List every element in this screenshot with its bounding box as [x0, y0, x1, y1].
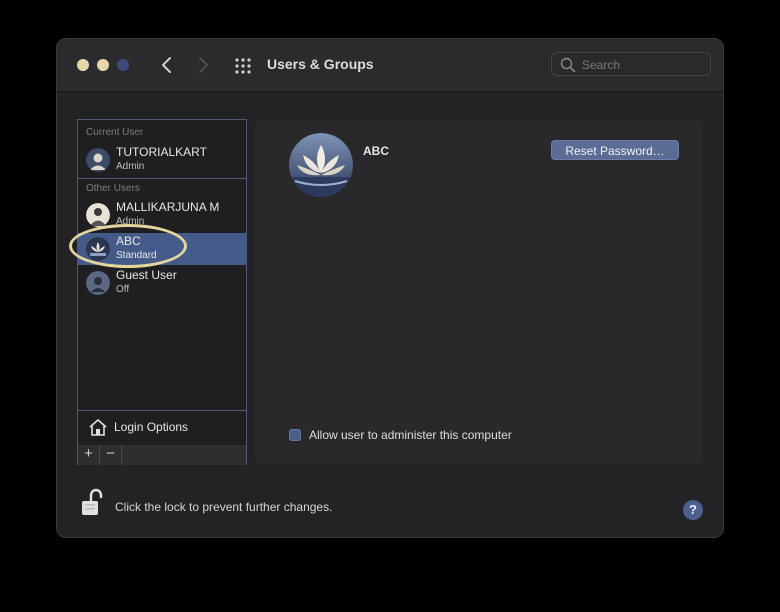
users-groups-window: Users & Groups Current User TUTORIALKART…	[56, 38, 724, 538]
other-users-label: Other Users	[86, 183, 140, 194]
current-user-label: Current User	[86, 127, 144, 138]
selected-user-name: ABC	[363, 144, 389, 158]
login-options-item[interactable]: Login Options	[78, 410, 246, 442]
highlight-annotation	[69, 224, 187, 268]
search-icon	[560, 57, 576, 73]
user-role: Off	[116, 284, 130, 295]
window-title: Users & Groups	[267, 56, 374, 72]
close-button[interactable]	[77, 59, 89, 71]
lock-message: Click the lock to prevent further change…	[115, 500, 333, 514]
user-avatar-icon	[86, 203, 110, 227]
user-avatar-icon	[86, 148, 110, 172]
title-bar: Users & Groups	[57, 39, 723, 92]
user-list: Current User TUTORIALKART Admin Other Us…	[77, 119, 247, 465]
user-detail-panel: ABC Reset Password… Allow user to admini…	[255, 119, 703, 465]
user-name: TUTORIALKART	[116, 145, 207, 159]
add-remove-bar: + −	[78, 445, 246, 465]
add-user-button[interactable]: +	[78, 445, 100, 465]
user-item-tutorialkart[interactable]: TUTORIALKART Admin	[78, 144, 246, 176]
unlocked-padlock-icon[interactable]	[81, 487, 103, 517]
forward-icon[interactable]	[191, 53, 215, 77]
zoom-button[interactable]	[117, 59, 129, 71]
lotus-avatar-icon[interactable]	[289, 133, 353, 197]
user-name: Guest User	[116, 268, 177, 282]
search-field[interactable]	[551, 52, 711, 76]
minimize-button[interactable]	[97, 59, 109, 71]
allow-admin-checkbox[interactable]	[289, 429, 301, 441]
user-role: Admin	[116, 161, 145, 172]
allow-admin-label[interactable]: Allow user to administer this computer	[309, 428, 512, 442]
house-icon	[89, 419, 107, 436]
user-item-guest[interactable]: Guest User Off	[78, 267, 246, 299]
remove-user-button[interactable]: −	[100, 445, 122, 465]
help-button[interactable]: ?	[683, 500, 703, 520]
guest-avatar-icon	[86, 271, 110, 295]
user-name: MALLIKARJUNA M	[116, 200, 220, 214]
search-input[interactable]	[580, 55, 708, 75]
login-options-label: Login Options	[114, 420, 189, 434]
reset-password-button[interactable]: Reset Password…	[551, 140, 679, 160]
show-all-grid-icon[interactable]	[233, 56, 253, 76]
divider	[78, 178, 246, 179]
back-icon[interactable]	[155, 53, 179, 77]
